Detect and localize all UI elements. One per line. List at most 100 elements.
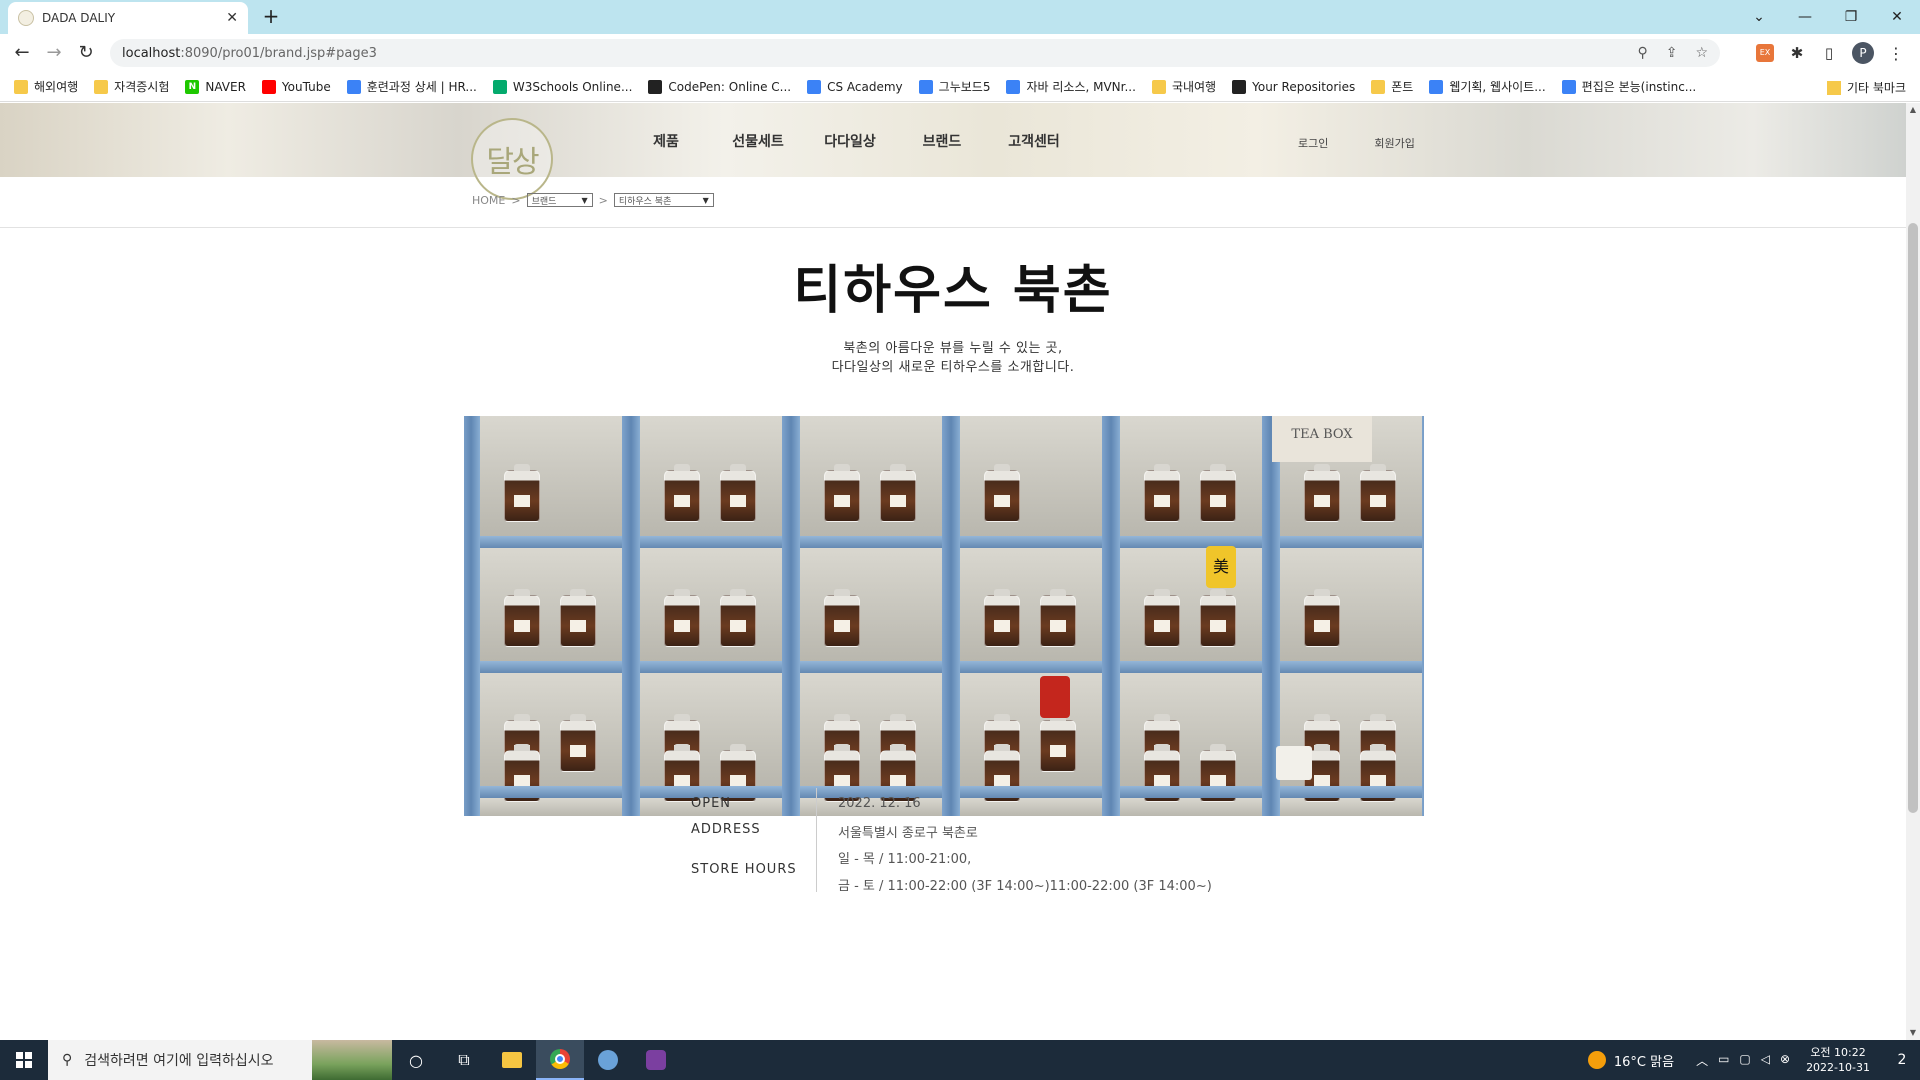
site-header: 제품 선물세트 다다일상 브랜드 고객센터 로그인 회원가입	[0, 103, 1906, 177]
restore-button[interactable]: ❐	[1828, 0, 1874, 34]
notification-button[interactable]: 2	[1884, 1052, 1920, 1068]
bookmark-label: NAVER	[205, 79, 246, 94]
bookmark-item[interactable]: CS Academy	[807, 79, 903, 94]
chevron-up-icon[interactable]: ︿	[1696, 1052, 1708, 1069]
jar-label	[514, 620, 530, 632]
shelf-cell	[1120, 798, 1264, 816]
jar-label	[1314, 495, 1330, 507]
start-button[interactable]	[0, 1040, 48, 1080]
forward-button[interactable]: →	[40, 40, 68, 66]
shelf-cell	[800, 673, 944, 786]
minimize-button[interactable]: —	[1782, 0, 1828, 34]
shelf-post	[942, 416, 960, 816]
bookmark-item[interactable]: 그누보드5	[918, 78, 990, 95]
tea-jar	[1200, 589, 1236, 647]
tea-jar	[504, 464, 540, 522]
clock[interactable]: 오전 10:22 2022-10-31	[1806, 1045, 1870, 1075]
extensions-puzzle-icon[interactable]: ✱	[1788, 44, 1806, 62]
signup-link[interactable]: 회원가입	[1374, 135, 1414, 151]
other-bookmarks-label: 기타 북마크	[1846, 81, 1906, 95]
close-tab-icon[interactable]: ✕	[226, 10, 238, 26]
extension-icon[interactable]: EX	[1756, 44, 1774, 62]
bookmark-item[interactable]: 자격증시험	[94, 78, 169, 95]
search-icon: ⚲	[62, 1052, 73, 1068]
bookmark-label: CS Academy	[827, 79, 903, 94]
other-bookmarks-folder[interactable]: 기타 북마크	[1826, 79, 1906, 96]
tea-jar	[984, 464, 1020, 522]
task-view-button[interactable]: ⧉	[440, 1040, 488, 1080]
page-description: 북촌의 아름다운 뷰를 누릴 수 있는 곳, 다다일상의 새로운 티하우스를 소…	[0, 339, 1906, 377]
nav-products[interactable]: 제품	[620, 131, 712, 151]
breadcrumb-select-page[interactable]: 티하우스 북촌 ▼	[613, 193, 714, 207]
notification-count: 2	[1897, 1052, 1907, 1068]
close-window-button[interactable]: ✕	[1874, 0, 1920, 34]
app-taskbar-button[interactable]	[632, 1040, 680, 1080]
bookmark-item[interactable]: 훈련과정 상세 | HR...	[346, 78, 477, 95]
browser-tab[interactable]: DADA DALIY ✕	[8, 2, 248, 34]
bookmark-item[interactable]: 폰트	[1371, 78, 1413, 95]
volume-muted-icon[interactable]: ◁	[1761, 1052, 1770, 1069]
bookmark-item[interactable]: W3Schools Online...	[492, 79, 632, 94]
side-panel-icon[interactable]: ▯	[1820, 44, 1838, 62]
reload-button[interactable]: ↻	[72, 40, 100, 66]
app-taskbar-button[interactable]	[584, 1040, 632, 1080]
profile-avatar[interactable]: P	[1852, 42, 1874, 64]
scroll-up-icon[interactable]: ▲	[1906, 103, 1920, 117]
jar-label	[570, 745, 586, 757]
shelf-cell	[1120, 416, 1264, 536]
breadcrumb-select-category[interactable]: 브랜드 ▼	[526, 193, 593, 207]
address-bar[interactable]: i localhost:8090/pro01/brand.jsp#page3 ⚲…	[110, 39, 1720, 736]
weather-text[interactable]: 16°C 맑음	[1614, 1051, 1674, 1070]
bookmark-item[interactable]: 해외여행	[14, 78, 78, 95]
taskbar-search-box[interactable]: ⚲ 검색하려면 여기에 입력하십시오	[48, 1040, 392, 1080]
camera-icon[interactable]: ▭	[1718, 1052, 1729, 1069]
info-divider	[816, 788, 817, 892]
breadcrumb-home[interactable]: HOME	[472, 194, 505, 207]
tea-jar	[824, 464, 860, 522]
file-explorer-button[interactable]	[488, 1040, 536, 1080]
bookmark-star-icon[interactable]: ☆	[1695, 45, 1708, 61]
bookmark-item[interactable]: Your Repositories	[1232, 79, 1355, 94]
cortana-button[interactable]: ○	[392, 1040, 440, 1080]
shelf-cell	[640, 416, 784, 536]
tea-tin	[1040, 676, 1070, 718]
tea-jar	[664, 589, 700, 647]
new-tab-button[interactable]: +	[258, 4, 284, 30]
jar-label	[834, 620, 850, 632]
chevron-down-icon: ▼	[581, 195, 588, 205]
nav-customer-center[interactable]: 고객센터	[988, 131, 1080, 151]
url-host: localhost	[122, 45, 181, 61]
shelf-post	[782, 416, 800, 816]
bookmark-item[interactable]: YouTube	[261, 79, 331, 94]
scrollbar-thumb[interactable]	[1908, 223, 1918, 813]
bookmark-item[interactable]: 웹기획, 웹사이트...	[1429, 78, 1546, 95]
tea-jar	[1144, 589, 1180, 647]
scroll-down-icon[interactable]: ▼	[1906, 1026, 1920, 1040]
tea-tin: 美	[1206, 546, 1236, 588]
login-link[interactable]: 로그인	[1298, 135, 1328, 151]
bookmark-item[interactable]: 국내여행	[1151, 78, 1216, 95]
store-hours-label: STORE HOURS	[691, 862, 797, 877]
shelf-post	[1102, 416, 1120, 816]
network-icon[interactable]: ▢	[1739, 1052, 1750, 1069]
nav-dada-daily[interactable]: 다다일상	[804, 131, 896, 151]
share-icon[interactable]: ⇪	[1666, 45, 1678, 61]
status-icon[interactable]: ⊗	[1780, 1052, 1790, 1069]
zoom-icon[interactable]: ⚲	[1637, 45, 1647, 61]
clock-date: 2022-10-31	[1806, 1061, 1870, 1074]
page-scrollbar[interactable]: ▲ ▼	[1906, 103, 1920, 1040]
bookmark-item[interactable]: N NAVER	[185, 79, 246, 94]
chrome-taskbar-button[interactable]	[536, 1040, 584, 1080]
shelf-cell	[640, 673, 784, 786]
shelf-post	[622, 416, 640, 816]
bookmark-item[interactable]: CodePen: Online C...	[648, 79, 791, 94]
bookmark-item[interactable]: 자바 리소스, MVNr...	[1006, 78, 1136, 95]
nav-gift-sets[interactable]: 선물세트	[712, 131, 804, 151]
back-button[interactable]: ←	[8, 40, 36, 66]
nav-brand[interactable]: 브랜드	[896, 131, 988, 151]
browser-menu-icon[interactable]: ⋮	[1888, 44, 1904, 63]
generic-icon	[346, 79, 361, 94]
bookmark-item[interactable]: 편집은 본능(instinc...	[1561, 78, 1696, 95]
tab-search-button[interactable]: ⌄	[1736, 0, 1782, 34]
bookmark-label: 폰트	[1391, 80, 1414, 94]
